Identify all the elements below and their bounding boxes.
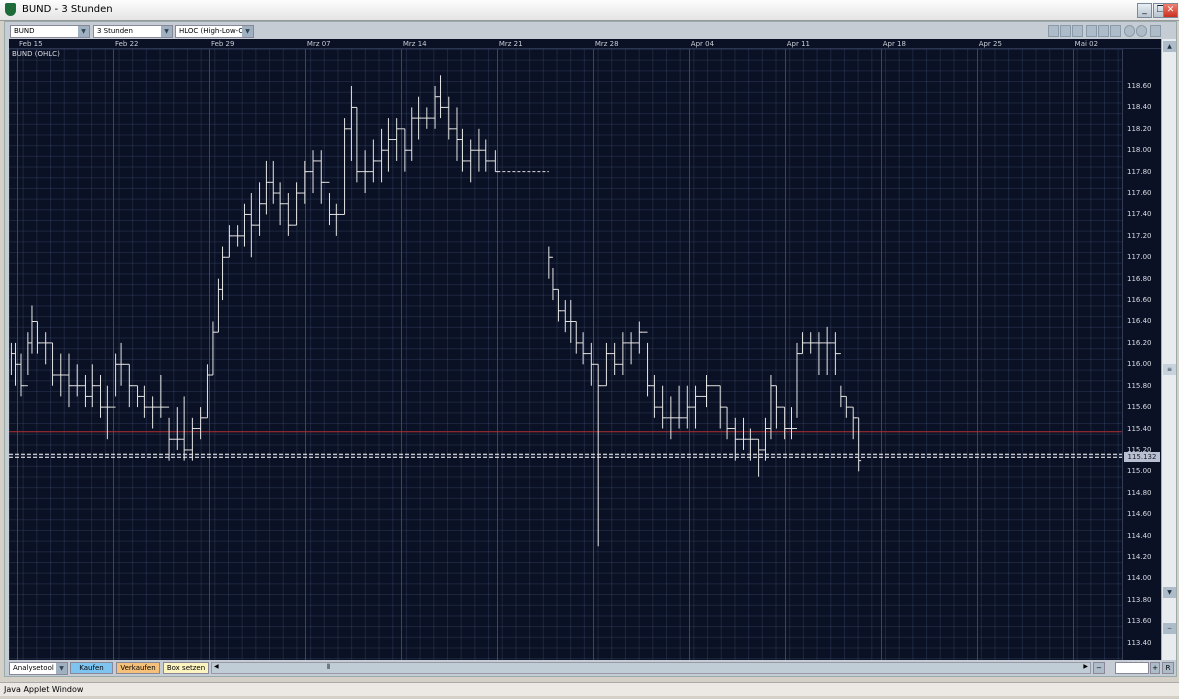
y-tick-label: 117.80 — [1127, 167, 1152, 176]
circle-icon[interactable] — [1136, 25, 1147, 37]
grid-icon[interactable] — [1086, 25, 1097, 37]
y-tick-label: 115.20 — [1127, 445, 1152, 454]
chevron-down-icon[interactable]: ▼ — [56, 663, 67, 674]
analysis-tool-value: Analysetool — [13, 664, 54, 672]
symbol-select[interactable]: BUND ▼ — [10, 25, 90, 38]
buy-button[interactable]: Kaufen — [70, 662, 113, 674]
box-set-button[interactable]: Box setzen — [163, 662, 209, 674]
analysis-tool-select[interactable]: Analysetool ▼ — [9, 662, 68, 675]
y-tick-label: 114.00 — [1127, 574, 1152, 583]
ohlc-chart — [9, 75, 1122, 547]
y-tick-label: 116.60 — [1127, 296, 1152, 305]
y-tick-label: 117.60 — [1127, 189, 1152, 198]
horizontal-lines-icon[interactable] — [1060, 25, 1071, 37]
y-tick-label: 116.00 — [1127, 360, 1152, 369]
grid-icon[interactable] — [1098, 25, 1109, 37]
y-tick-label: 117.20 — [1127, 231, 1152, 240]
chart-type-select[interactable]: HLOC (High-Low-Op ▼ — [175, 25, 254, 38]
y-tick-label: 117.40 — [1127, 210, 1152, 219]
reset-button[interactable]: R — [1162, 662, 1174, 674]
minimize-button[interactable]: _ — [1137, 3, 1152, 18]
chart-plot[interactable]: Feb 15 Feb 22 Feb 29 Mrz 07 Mrz 14 Mrz 21 Mrz … — [9, 39, 1161, 668]
scroll-right-icon[interactable]: ▶ — [1083, 663, 1088, 670]
zoom-plus-button[interactable]: + — [1150, 662, 1160, 674]
chart-app: BUND ▼ 3 Stunden ▼ HLOC (High-Low-Op ▼ Feb … — [4, 21, 1177, 677]
status-bar: Java Applet Window — [0, 682, 1179, 696]
chevron-down-icon[interactable]: ▼ — [78, 26, 89, 37]
y-tick-label: 116.80 — [1127, 274, 1152, 283]
scroll-thumb[interactable]: ≡ — [1163, 364, 1176, 375]
window-icon[interactable] — [1150, 25, 1161, 37]
y-tick-label: 113.40 — [1127, 638, 1152, 647]
bottom-toolbar: Analysetool ▼ Kaufen Verkaufen Box setzen… — [5, 661, 1178, 675]
y-tick-label: 114.20 — [1127, 552, 1152, 561]
y-tick-label: 118.00 — [1127, 146, 1152, 155]
app-logo-icon — [5, 3, 16, 16]
y-tick-label: 118.60 — [1127, 82, 1152, 90]
scroll-thumb[interactable]: ⦀ — [327, 663, 330, 672]
y-tick-label: 115.80 — [1127, 381, 1152, 390]
y-tick-label: 114.80 — [1127, 488, 1152, 497]
scroll-left-icon[interactable]: ◀ — [214, 663, 219, 670]
scroll-down-button[interactable]: ▼ — [1163, 587, 1176, 598]
y-tick-label: 116.20 — [1127, 338, 1152, 347]
title-bar: BUND - 3 Stunden _ ❐ ✕ — [0, 0, 1179, 21]
y-tick-label: 116.40 — [1127, 317, 1152, 326]
y-tick-label: 118.40 — [1127, 103, 1152, 112]
draw-line-icon[interactable] — [1048, 25, 1059, 37]
symbol-value: BUND — [14, 27, 35, 35]
scroll-up-button[interactable]: ▲ — [1163, 41, 1176, 52]
y-tick-label: 113.80 — [1127, 595, 1152, 604]
close-button[interactable]: ✕ — [1163, 3, 1178, 18]
y-tick-label: 115.60 — [1127, 403, 1152, 412]
y-tick-label: 114.60 — [1127, 510, 1152, 519]
y-tick-label: 115.40 — [1127, 424, 1152, 433]
horizontal-scrollbar[interactable]: ◀ ⦀ ▶ — [211, 662, 1091, 674]
zoom-minus-button[interactable]: − — [1093, 662, 1105, 674]
zoom-out-button[interactable]: − — [1163, 623, 1176, 634]
interval-select[interactable]: 3 Stunden ▼ — [93, 25, 173, 38]
vertical-scrollbar[interactable]: ▲ ≡ ▼ − — [1161, 39, 1176, 660]
y-tick-label: 117.00 — [1127, 253, 1152, 262]
sell-button[interactable]: Verkaufen — [116, 662, 160, 674]
chart-type-value: HLOC (High-Low-Op — [179, 27, 249, 35]
y-tick-label: 115.00 — [1127, 467, 1152, 476]
grid-icon[interactable] — [1110, 25, 1121, 37]
y-tick-label: 118.20 — [1127, 124, 1152, 133]
zoom-field[interactable] — [1115, 662, 1149, 674]
settings-icon[interactable] — [1072, 25, 1083, 37]
y-tick-label: 113.60 — [1127, 617, 1152, 626]
interval-value: 3 Stunden — [97, 27, 133, 35]
circle-icon[interactable] — [1124, 25, 1135, 37]
chevron-down-icon[interactable]: ▼ — [161, 26, 172, 37]
chevron-down-icon[interactable]: ▼ — [242, 26, 253, 37]
window-title: BUND - 3 Stunden — [22, 4, 113, 15]
y-tick-label: 114.40 — [1127, 531, 1152, 540]
